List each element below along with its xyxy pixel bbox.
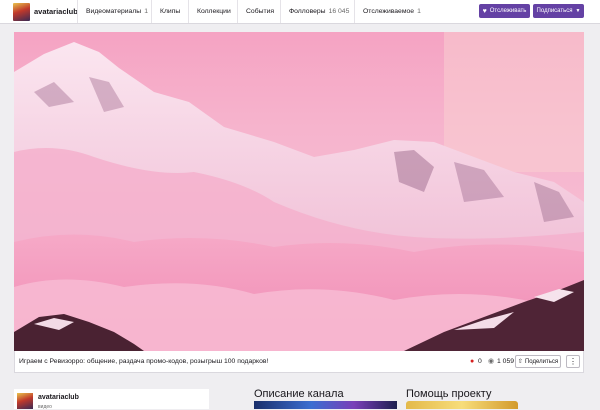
person-icon: ● [470,358,475,365]
share-button[interactable]: ⇧ Поделиться [515,355,561,368]
tab-events[interactable]: События [237,0,282,23]
subscribe-button-label: Подписаться [536,8,573,14]
tab-videos-count: 1 [144,8,148,15]
channel-card-name: avatariaclub [38,394,79,401]
subscribe-button[interactable]: Подписаться ▼ [533,4,584,18]
help-panel-image[interactable] [406,401,518,409]
more-icon: ⋮ [569,357,577,366]
tab-followers[interactable]: Фолловеры 16 045 [280,0,357,23]
tab-followers-count: 16 045 [328,8,350,15]
help-project-title: Помощь проекту [406,388,492,400]
tab-following-label: Отслеживаемое [363,8,415,15]
channel-avatar[interactable] [13,3,30,21]
tab-followers-label: Фолловеры [289,8,326,15]
channel-card-avatar [17,393,33,409]
tab-videos[interactable]: Видеоматериалы 1 [77,0,156,23]
eye-icon: ◉ [488,358,495,365]
more-button[interactable]: ⋮ [566,355,580,368]
tab-following-count: 1 [417,8,421,15]
follow-button-label: Отслеживать [489,8,527,14]
description-panel-image[interactable] [254,401,397,409]
tab-clips-label: Клипы [160,8,181,15]
channel-card-subtitle: видео [38,404,52,410]
channel-description-title: Описание канала [254,388,344,400]
tab-events-label: События [246,8,275,15]
channel-name[interactable]: avatariaclub [34,7,78,16]
tab-collections[interactable]: Коллекции [188,0,239,23]
channel-header: avatariaclub Видеоматериалы 1 Клипы Колле… [0,0,600,24]
channel-card[interactable]: avatariaclub видео [14,389,209,410]
follow-button[interactable]: ♥ Отслеживать [479,4,530,18]
tab-clips[interactable]: Клипы [151,0,188,23]
tab-collections-label: Коллекции [197,8,231,15]
video-frame-image [14,32,584,351]
stream-info-bar: Играем с Ревизорро: общение, раздача про… [14,351,584,373]
video-player[interactable] [14,32,584,351]
viewer-count: 0 [478,358,482,365]
chevron-down-icon: ▼ [575,8,581,14]
heart-icon: ♥ [482,7,487,15]
tab-following[interactable]: Отслеживаемое 1 [354,0,429,23]
share-button-label: Поделиться [524,358,559,365]
stream-title: Играем с Ревизорро: общение, раздача про… [19,358,269,365]
tab-videos-label: Видеоматериалы [86,8,142,15]
share-icon: ⇧ [517,359,523,365]
